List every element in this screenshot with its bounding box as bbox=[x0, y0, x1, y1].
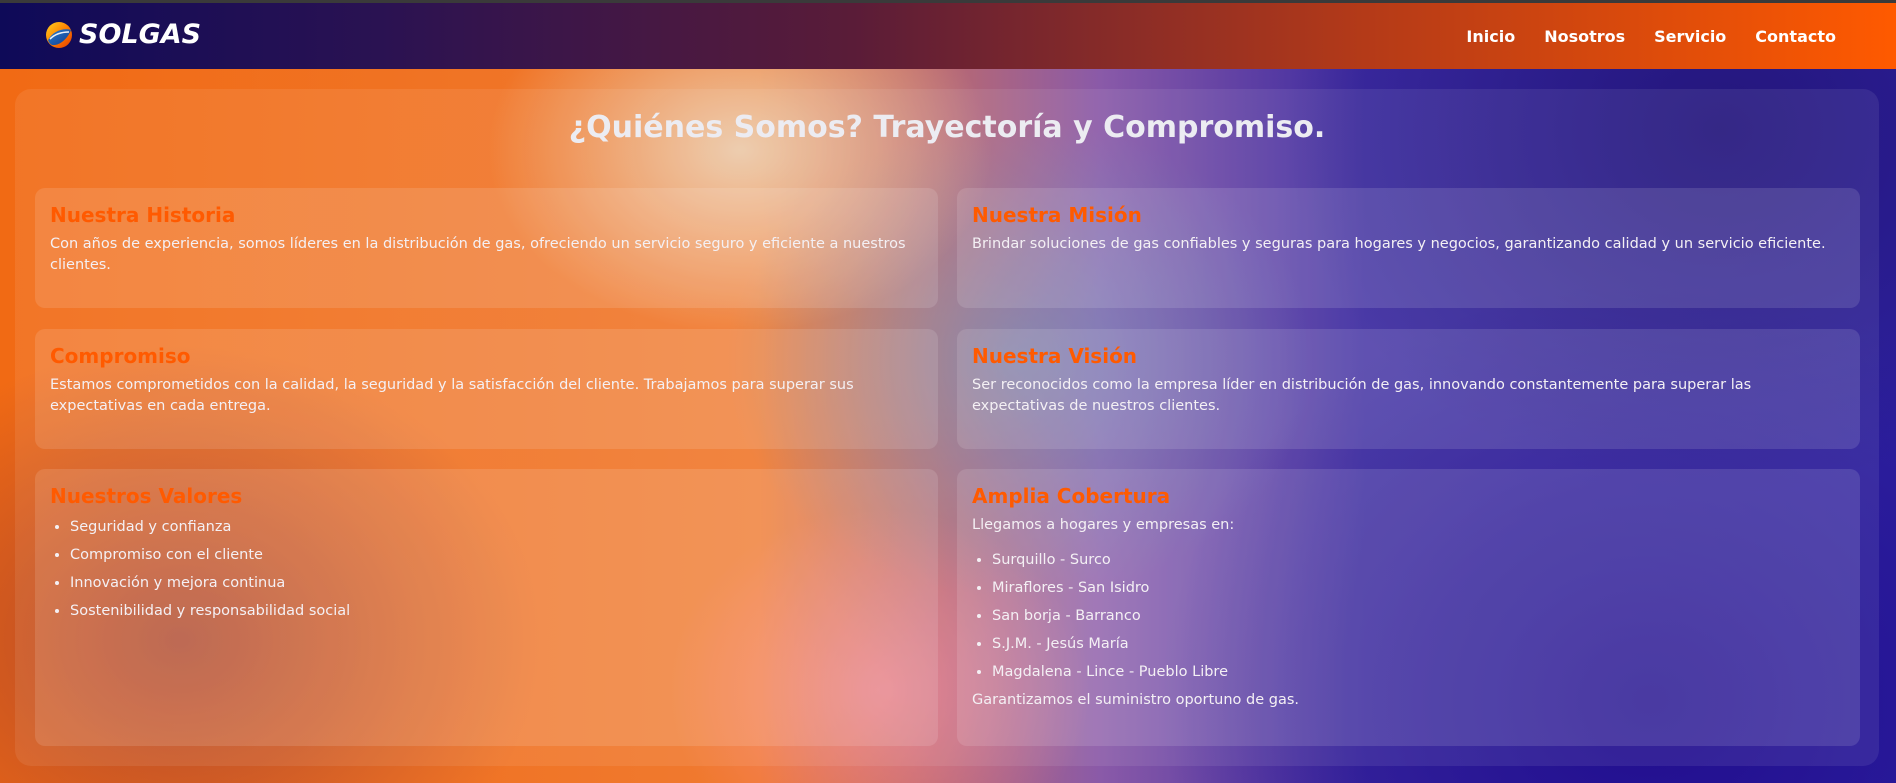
flame-sphere-icon bbox=[46, 22, 72, 48]
main-nav: Inicio Nosotros Servicio Contacto bbox=[1437, 27, 1836, 47]
card-historia: Nuestra Historia Con años de experiencia… bbox=[35, 188, 938, 308]
card-valores: Nuestros Valores Seguridad y confianza C… bbox=[35, 469, 938, 746]
brand-name: SOLGAS bbox=[79, 19, 202, 50]
list-item: Compromiso con el cliente bbox=[70, 545, 923, 566]
card-title: Nuestros Valores bbox=[50, 484, 243, 508]
brand-logo[interactable]: SOLGAS bbox=[44, 20, 201, 50]
card-compromiso: Compromiso Estamos comprometidos con la … bbox=[35, 329, 938, 449]
nav-nosotros[interactable]: Nosotros bbox=[1544, 27, 1625, 47]
list-item: S.J.M. - Jesús María bbox=[992, 634, 1845, 655]
card-cobertura: Amplia Cobertura Llegamos a hogares y em… bbox=[957, 469, 1860, 746]
card-title: Amplia Cobertura bbox=[972, 484, 1171, 508]
browser-top-edge bbox=[0, 0, 1896, 3]
coverage-footer: Garantizamos el suministro oportuno de g… bbox=[972, 692, 1300, 708]
list-item: Magdalena - Lince - Pueblo Libre bbox=[992, 662, 1845, 683]
card-title: Nuestra Visión bbox=[972, 344, 1138, 368]
card-text: Ser reconocidos como la empresa líder en… bbox=[972, 377, 1752, 414]
card-title: Nuestra Misión bbox=[972, 203, 1142, 227]
coverage-list: Surquillo - Surco Miraflores - San Isidr… bbox=[972, 550, 1845, 683]
list-item: Innovación y mejora continua bbox=[70, 573, 923, 594]
coverage-intro: Llegamos a hogares y empresas en: bbox=[972, 517, 1235, 533]
list-item: Miraflores - San Isidro bbox=[992, 578, 1845, 599]
about-panel: ¿Quiénes Somos? Trayectoría y Compromiso… bbox=[15, 89, 1879, 766]
nav-contacto[interactable]: Contacto bbox=[1755, 27, 1836, 47]
list-item: Seguridad y confianza bbox=[70, 517, 923, 538]
values-list: Seguridad y confianza Compromiso con el … bbox=[50, 517, 923, 622]
card-title: Compromiso bbox=[50, 344, 191, 368]
card-vision: Nuestra Visión Ser reconocidos como la e… bbox=[957, 329, 1860, 449]
card-text: Con años de experiencia, somos líderes e… bbox=[50, 236, 906, 273]
page-title: ¿Quiénes Somos? Trayectoría y Compromiso… bbox=[568, 110, 1326, 145]
nav-servicio[interactable]: Servicio bbox=[1654, 27, 1726, 47]
list-item: San borja - Barranco bbox=[992, 606, 1845, 627]
card-text: Brindar soluciones de gas confiables y s… bbox=[972, 236, 1826, 252]
card-text: Estamos comprometidos con la calidad, la… bbox=[50, 377, 854, 414]
nav-inicio[interactable]: Inicio bbox=[1466, 27, 1515, 47]
list-item: Surquillo - Surco bbox=[992, 550, 1845, 571]
site-header: SOLGAS Inicio Nosotros Servicio Contacto bbox=[0, 3, 1896, 69]
card-mision: Nuestra Misión Brindar soluciones de gas… bbox=[957, 188, 1860, 308]
card-title: Nuestra Historia bbox=[50, 203, 236, 227]
list-item: Sostenibilidad y responsabilidad social bbox=[70, 601, 923, 622]
